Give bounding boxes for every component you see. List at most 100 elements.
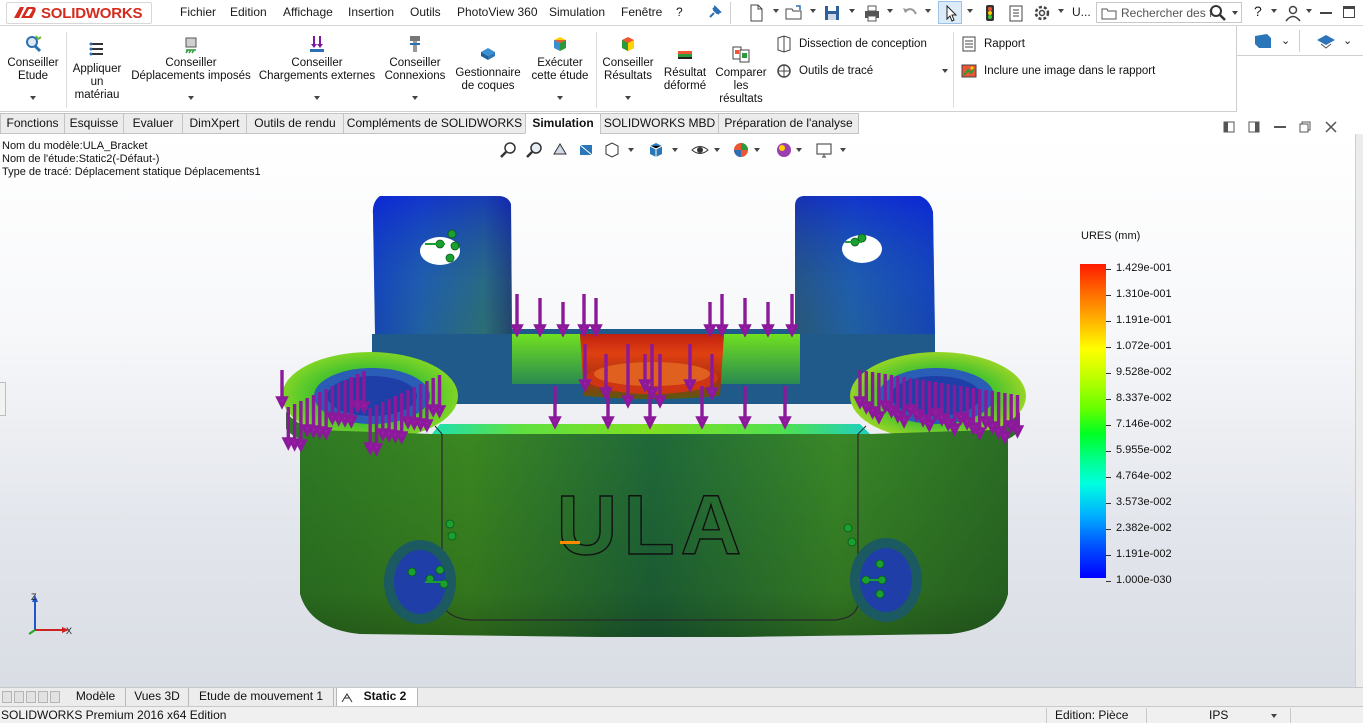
btn-dissection-conception[interactable]: Dissection de conception — [777, 35, 927, 53]
new-caret-icon[interactable] — [773, 9, 779, 13]
menu-fenetre[interactable]: Fenêtre — [621, 5, 662, 19]
search-caret-icon[interactable] — [1232, 11, 1238, 15]
chargements-caret-icon[interactable] — [314, 96, 320, 100]
btn-gestionnaire-coques[interactable]: Gestionnaire de coques — [452, 44, 524, 93]
units-caret-icon[interactable] — [1271, 714, 1277, 718]
save-icon[interactable] — [822, 3, 842, 23]
view-caret-icon[interactable] — [628, 148, 634, 152]
menu-affichage[interactable]: Affichage — [283, 5, 333, 19]
user-caret-icon[interactable] — [1306, 9, 1312, 13]
search-commands-box[interactable]: Rechercher des f — [1096, 2, 1242, 23]
menu-insertion[interactable]: Insertion — [348, 5, 394, 19]
executer-caret-icon[interactable] — [557, 96, 563, 100]
file-properties-icon[interactable] — [1006, 3, 1026, 23]
doc-restore-icon[interactable] — [1298, 120, 1312, 134]
btn-conseiller-chargements[interactable]: Conseiller Chargements externes — [256, 34, 378, 83]
solidworks-logo[interactable]: SOLIDWORKS — [6, 2, 152, 24]
zoom-to-fit-icon[interactable] — [498, 140, 518, 160]
undo-caret-icon[interactable] — [925, 9, 931, 13]
settings-caret-icon[interactable] — [840, 148, 846, 152]
search-input[interactable]: Rechercher des f — [1121, 6, 1221, 20]
scene-caret-icon[interactable] — [796, 148, 802, 152]
btn-conseiller-deplacements[interactable]: Conseiller Déplacements imposés — [128, 34, 254, 83]
search-icon[interactable] — [1209, 4, 1227, 22]
btn-conseiller-resultats[interactable]: Conseiller Résultats — [598, 34, 658, 83]
scene-icon[interactable] — [774, 140, 794, 160]
btn-comparer-resultats[interactable]: Comparer les résultats — [712, 44, 770, 106]
display-style-hud-icon[interactable] — [690, 140, 710, 160]
btn-appliquer-materiau[interactable]: Appliquer un matériau — [68, 40, 126, 102]
btn-conseiller-etude[interactable]: Conseiller Etude — [2, 34, 64, 83]
btn-inclure-image[interactable]: Inclure une image dans le rapport — [961, 64, 1155, 78]
user-label[interactable]: U... — [1072, 5, 1091, 19]
ula-bracket-model[interactable]: ULA — [0, 134, 1355, 687]
user-account-icon[interactable] — [1283, 3, 1303, 23]
dynamic-annotation-icon[interactable] — [602, 140, 622, 160]
tab-esquisse[interactable]: Esquisse — [64, 113, 124, 134]
options-caret-icon[interactable] — [1058, 9, 1064, 13]
tab-vues-3d[interactable]: Vues 3D — [126, 688, 189, 707]
menu-simulation[interactable]: Simulation — [549, 5, 605, 19]
menu-edition[interactable]: Edition — [230, 5, 267, 19]
tab-evaluer[interactable]: Evaluer — [123, 113, 183, 134]
open-caret-icon[interactable] — [810, 9, 816, 13]
doc-close-icon[interactable] — [1324, 120, 1338, 134]
menu-fichier[interactable]: Fichier — [180, 5, 216, 19]
conseiller-etude-caret-icon[interactable] — [30, 96, 36, 100]
btn-executer-etude[interactable]: Exécuter cette étude — [526, 34, 594, 83]
menu-outils[interactable]: Outils — [410, 5, 441, 19]
view-orientation-cube-icon[interactable] — [646, 140, 666, 160]
resultats-caret-icon[interactable] — [625, 96, 631, 100]
tab-solidworks-mbd[interactable]: SOLIDWORKS MBD — [600, 113, 719, 134]
restore-icon[interactable] — [1343, 6, 1355, 18]
tile-left-icon[interactable] — [1222, 120, 1236, 134]
select-caret-icon[interactable] — [967, 9, 973, 13]
save-caret-icon[interactable] — [849, 9, 855, 13]
section-view-icon[interactable] — [576, 140, 596, 160]
orientation-caret-icon[interactable] — [672, 148, 678, 152]
btn-outils-trace[interactable]: Outils de tracé — [777, 64, 873, 78]
tab-dimxpert[interactable]: DimXpert — [182, 113, 247, 134]
options-gear-icon[interactable] — [1032, 3, 1052, 23]
print-icon[interactable] — [862, 3, 882, 23]
appearance-icon[interactable] — [731, 140, 751, 160]
units-label[interactable]: IPS — [1209, 708, 1228, 722]
zoom-to-area-icon[interactable] — [524, 140, 544, 160]
tile-right-icon[interactable] — [1247, 120, 1261, 134]
undo-icon[interactable] — [900, 3, 920, 23]
tab-static-2[interactable]: Static 2 — [336, 688, 418, 707]
print-caret-icon[interactable] — [887, 9, 893, 13]
new-document-icon[interactable] — [746, 3, 766, 23]
feature-tree-expander[interactable] — [0, 382, 6, 416]
last-tab-button[interactable] — [38, 691, 48, 703]
help-question-icon[interactable]: ? — [1254, 3, 1262, 19]
first-tab-button[interactable] — [2, 691, 12, 703]
tab-outils-rendu[interactable]: Outils de rendu — [246, 113, 344, 134]
previous-view-icon[interactable] — [550, 140, 570, 160]
deplacements-caret-icon[interactable] — [188, 96, 194, 100]
prev-tab-button[interactable] — [14, 691, 24, 703]
outils-trace-caret-icon[interactable] — [942, 69, 948, 73]
open-folder-icon[interactable] — [784, 3, 804, 23]
tab-scroll-button[interactable] — [50, 691, 60, 703]
doc-minimize-icon[interactable] — [1274, 126, 1286, 128]
next-tab-button[interactable] — [26, 691, 36, 703]
display-style-icon[interactable] — [1315, 32, 1337, 50]
help-caret-icon[interactable] — [1271, 9, 1277, 13]
minimize-icon[interactable] — [1320, 12, 1332, 14]
menu-photoview[interactable]: PhotoView 360 — [457, 5, 538, 19]
tab-modele[interactable]: Modèle — [66, 688, 126, 707]
tab-complements[interactable]: Compléments de SOLIDWORKS — [343, 113, 526, 134]
vertical-scrollbar[interactable] — [1355, 134, 1363, 687]
appearance-caret-icon[interactable] — [754, 148, 760, 152]
rebuild-traffic-light-icon[interactable] — [980, 3, 1000, 23]
menu-help[interactable]: ? — [676, 5, 683, 19]
btn-conseiller-connexions[interactable]: Conseiller Connexions — [382, 34, 448, 83]
chevron-down-icon[interactable]: ⌄ — [1281, 34, 1290, 47]
btn-resultat-deforme[interactable]: Résultat déformé — [660, 44, 710, 93]
tab-fonctions[interactable]: Fonctions — [0, 113, 65, 134]
pin-icon[interactable] — [704, 3, 724, 23]
btn-rapport[interactable]: Rapport — [962, 36, 1025, 52]
connexions-caret-icon[interactable] — [412, 96, 418, 100]
view-settings-monitor-icon[interactable] — [814, 140, 834, 160]
